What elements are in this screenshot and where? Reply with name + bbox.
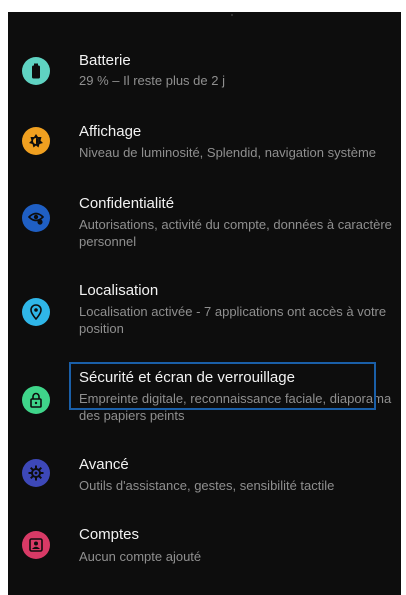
settings-screen: Batterie 29 % – Il reste plus de 2 j Aff…: [8, 12, 401, 595]
settings-item-subtitle: Localisation activée - 7 applications on…: [79, 304, 387, 336]
settings-item-accounts[interactable]: Comptes Aucun compte ajouté: [8, 524, 401, 594]
settings-item-battery[interactable]: Batterie 29 % – Il reste plus de 2 j: [8, 12, 401, 88]
settings-item-subtitle: Empreinte digitale, reconnaissance facia…: [79, 391, 392, 423]
settings-item-title: Sécurité et écran de verrouillage: [79, 369, 295, 386]
settings-item-subtitle: 29 % – Il reste plus de 2 j: [79, 73, 225, 88]
settings-item-subtitle: Aucun compte ajouté: [79, 549, 202, 564]
battery-icon: [22, 57, 50, 85]
settings-item-subtitle: Outils d'assistance, gestes, sensibilité…: [79, 478, 335, 493]
settings-item-title: Avancé: [79, 456, 129, 473]
location-pin-icon: [22, 298, 50, 326]
settings-item-title: Comptes: [79, 526, 140, 543]
settings-item-subtitle: Autorisations, activité du compte, donné…: [79, 217, 392, 249]
settings-item-security[interactable]: Sécurité et écran de verrouillage Emprei…: [8, 362, 401, 452]
gear-icon: [22, 459, 50, 487]
settings-item-title: Confidentialité: [79, 195, 175, 212]
settings-item-title: Affichage: [79, 123, 142, 140]
settings-item-subtitle: Niveau de luminosité, Splendid, navigati…: [79, 145, 377, 160]
settings-item-display[interactable]: Affichage Niveau de luminosité, Splendid…: [8, 112, 401, 182]
settings-item-advanced[interactable]: Avancé Outils d'assistance, gestes, sens…: [8, 452, 401, 522]
settings-item-privacy[interactable]: Confidentialité Autorisations, activité …: [8, 182, 401, 272]
settings-item-location[interactable]: Localisation Localisation activée - 7 ap…: [8, 274, 401, 360]
brightness-icon: [22, 127, 50, 155]
settings-item-title: Batterie: [79, 52, 131, 69]
settings-item-title: Localisation: [79, 282, 159, 299]
account-box-icon: [22, 531, 50, 559]
lock-icon: [22, 386, 50, 414]
privacy-eye-icon: [22, 204, 50, 232]
